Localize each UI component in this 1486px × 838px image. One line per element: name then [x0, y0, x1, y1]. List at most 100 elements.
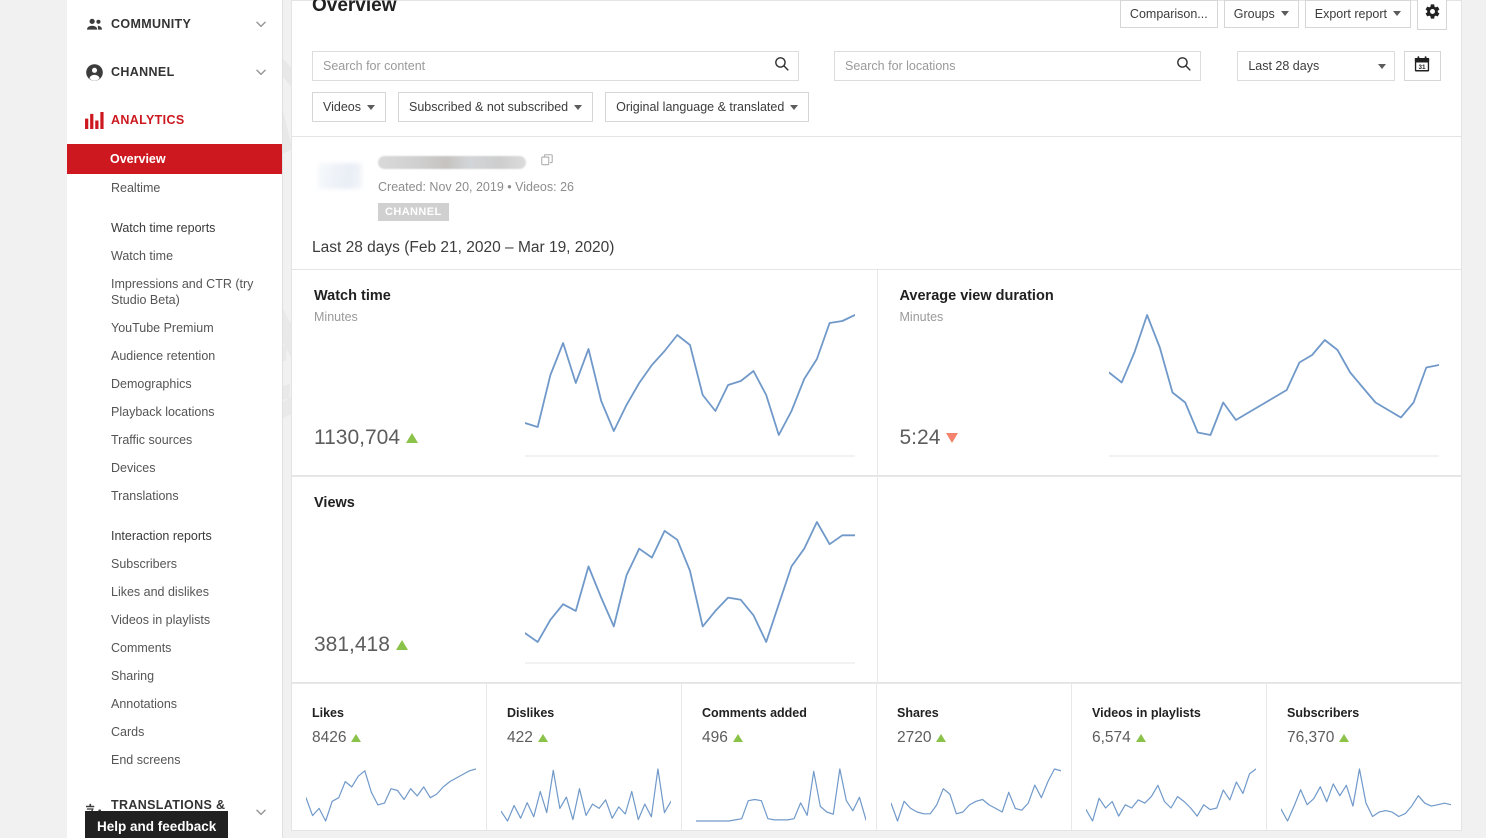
search-icon[interactable]: [1175, 55, 1192, 77]
metric-title: Videos in playlists: [1092, 706, 1201, 720]
sidebar-item-videos-in-playlists[interactable]: Videos in playlists: [67, 606, 282, 634]
trend-up-icon: [936, 734, 947, 742]
sidebar-item-realtime[interactable]: Realtime: [67, 174, 282, 202]
account-circle-icon: [85, 63, 111, 82]
sidebar-item-playback-locations[interactable]: Playback locations: [67, 398, 282, 426]
metric-value-row: 496: [702, 729, 856, 747]
chevron-down-icon: [790, 104, 799, 110]
gear-icon: [1424, 3, 1441, 24]
avatar-redacted: [318, 163, 362, 189]
search-content-box[interactable]: [312, 51, 800, 81]
channel-created: Created: Nov 20, 2019: [378, 180, 504, 194]
metric-card-dislikes[interactable]: Dislikes 422: [486, 684, 681, 830]
metric-title: Average view duration: [899, 288, 1054, 304]
sidebar-item-translations[interactable]: Translations: [67, 482, 282, 510]
filter-videos-dropdown[interactable]: Videos: [312, 92, 386, 122]
comparison-button-label: Comparison...: [1129, 6, 1208, 21]
filter-language-label: Original language & translated: [616, 100, 785, 114]
metric-value-row: 1130,704: [314, 426, 419, 450]
channel-name-redacted: [378, 156, 526, 169]
export-report-button[interactable]: Export report: [1304, 0, 1411, 28]
metric-card-views[interactable]: Views 381,418: [292, 477, 877, 682]
search-locations-box[interactable]: [834, 51, 1202, 81]
sidebar-section-label: COMMUNITY: [111, 17, 192, 31]
overview-header: Overview Comparison... Groups Export rep…: [291, 0, 1462, 137]
sidebar-item-annotations[interactable]: Annotations: [67, 690, 282, 718]
comments-added-sparkline: [696, 766, 866, 824]
views-sparkline: [524, 514, 855, 664]
sidebar-item-audience-retention[interactable]: Audience retention: [67, 342, 282, 370]
trend-up-icon: [406, 433, 419, 443]
sidebar-item-overview[interactable]: Overview: [67, 144, 282, 174]
sidebar-section-analytics[interactable]: ANALYTICS: [67, 96, 282, 144]
chevron-down-icon: [367, 104, 375, 110]
sidebar-item-traffic-sources[interactable]: Traffic sources: [67, 426, 282, 454]
metric-value-row: 8426: [312, 729, 466, 747]
search-row: Last 28 days 31: [312, 51, 1441, 81]
sidebar-item-watch-time[interactable]: Watch time: [67, 242, 282, 270]
sidebar-group-watch-time-reports[interactable]: Watch time reports: [67, 214, 282, 242]
chevron-down-icon[interactable]: [254, 805, 268, 819]
help-and-feedback-button[interactable]: Help and feedback: [85, 811, 229, 838]
main-content: Overview Comparison... Groups Export rep…: [291, 0, 1462, 838]
sidebar-item-end-screens[interactable]: End screens: [67, 746, 282, 774]
trend-up-icon: [1339, 734, 1350, 742]
chevron-down-icon: [1393, 11, 1401, 16]
sidebar-item-impressions-and-ctr[interactable]: Impressions and CTR (try Studio Beta): [67, 270, 282, 314]
open-in-new-icon[interactable]: [540, 153, 554, 172]
metric-title: Likes: [312, 706, 344, 720]
metric-value-row: 76,370: [1287, 729, 1441, 747]
filter-language-dropdown[interactable]: Original language & translated: [605, 92, 810, 122]
sidebar-group-interaction-reports[interactable]: Interaction reports: [67, 522, 282, 550]
sidebar-item-devices[interactable]: Devices: [67, 454, 282, 482]
chevron-down-icon[interactable]: [254, 17, 268, 31]
watch-time-sparkline: [524, 307, 855, 457]
videos-in-playlists-sparkline: [1086, 766, 1256, 824]
trend-up-icon: [732, 734, 743, 742]
sidebar-item-likes-and-dislikes[interactable]: Likes and dislikes: [67, 578, 282, 606]
metric-title: Shares: [897, 706, 939, 720]
settings-button[interactable]: [1417, 0, 1447, 30]
sidebar-section-community[interactable]: COMMUNITY: [67, 0, 282, 48]
metric-card-watch-time[interactable]: Watch time Minutes 1130,704: [292, 270, 877, 475]
metric-title: Views: [314, 495, 355, 511]
shares-sparkline: [891, 766, 1061, 824]
trend-down-icon: [946, 433, 959, 443]
average-view-duration-sparkline: [1109, 307, 1439, 457]
metric-value-row: 5:24: [900, 426, 959, 450]
sidebar-item-comments[interactable]: Comments: [67, 634, 282, 662]
trend-up-icon: [537, 734, 548, 742]
metric-card-likes[interactable]: Likes 8426: [292, 684, 486, 830]
search-locations-input[interactable]: [845, 59, 1176, 73]
sidebar-section-channel[interactable]: CHANNEL: [67, 48, 282, 96]
avatar: [312, 151, 368, 191]
trend-up-icon: [1135, 734, 1146, 742]
metric-card-average-view-duration[interactable]: Average view duration Minutes 5:24: [876, 270, 1462, 475]
sidebar-item-youtube-premium[interactable]: YouTube Premium: [67, 314, 282, 342]
sidebar-item-subscribers[interactable]: Subscribers: [67, 550, 282, 578]
metric-value: 8426: [312, 729, 347, 746]
date-range-line: Last 28 days (Feb 21, 2020 – Mar 19, 202…: [312, 239, 615, 256]
sidebar-item-sharing[interactable]: Sharing: [67, 662, 282, 690]
chevron-down-icon[interactable]: [254, 65, 268, 79]
date-range-select[interactable]: Last 28 days: [1237, 51, 1395, 81]
groups-button[interactable]: Groups: [1223, 0, 1299, 28]
channel-meta-separator: •: [507, 180, 512, 194]
channel-videos-count: Videos: 26: [515, 180, 574, 194]
search-content-input[interactable]: [323, 59, 774, 73]
sidebar-item-cards[interactable]: Cards: [67, 718, 282, 746]
search-icon[interactable]: [773, 55, 790, 77]
comparison-button[interactable]: Comparison...: [1119, 0, 1218, 28]
metric-value: 5:24: [899, 426, 941, 449]
metric-card-subscribers[interactable]: Subscribers 76,370: [1266, 684, 1461, 830]
metric-card-shares[interactable]: Shares 2720: [876, 684, 1071, 830]
calendar-button[interactable]: 31: [1403, 51, 1441, 81]
metric-card-comments-added[interactable]: Comments added 496: [681, 684, 876, 830]
filter-subscription-dropdown[interactable]: Subscribed & not subscribed: [398, 92, 594, 122]
metric-card-videos-in-playlists[interactable]: Videos in playlists 6,574: [1071, 684, 1266, 830]
svg-text:31: 31: [1419, 63, 1427, 70]
metric-value: 6,574: [1092, 729, 1131, 746]
sidebar-item-demographics[interactable]: Demographics: [67, 370, 282, 398]
export-report-button-label: Export report: [1314, 6, 1387, 21]
trend-up-icon: [395, 640, 408, 650]
